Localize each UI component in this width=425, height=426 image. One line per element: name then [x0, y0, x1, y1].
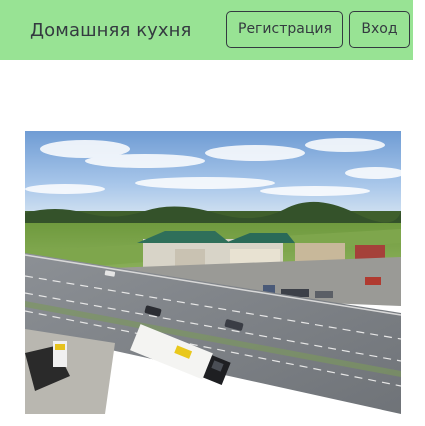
login-button[interactable]: Вход — [349, 11, 410, 48]
aerial-road-illustration — [25, 131, 401, 414]
register-button[interactable]: Регистрация — [226, 11, 343, 48]
top-navbar: Домашняя кухня Регистрация Вход — [0, 0, 413, 60]
site-brand[interactable]: Домашняя кухня — [30, 20, 191, 42]
hero-photo — [25, 131, 401, 414]
